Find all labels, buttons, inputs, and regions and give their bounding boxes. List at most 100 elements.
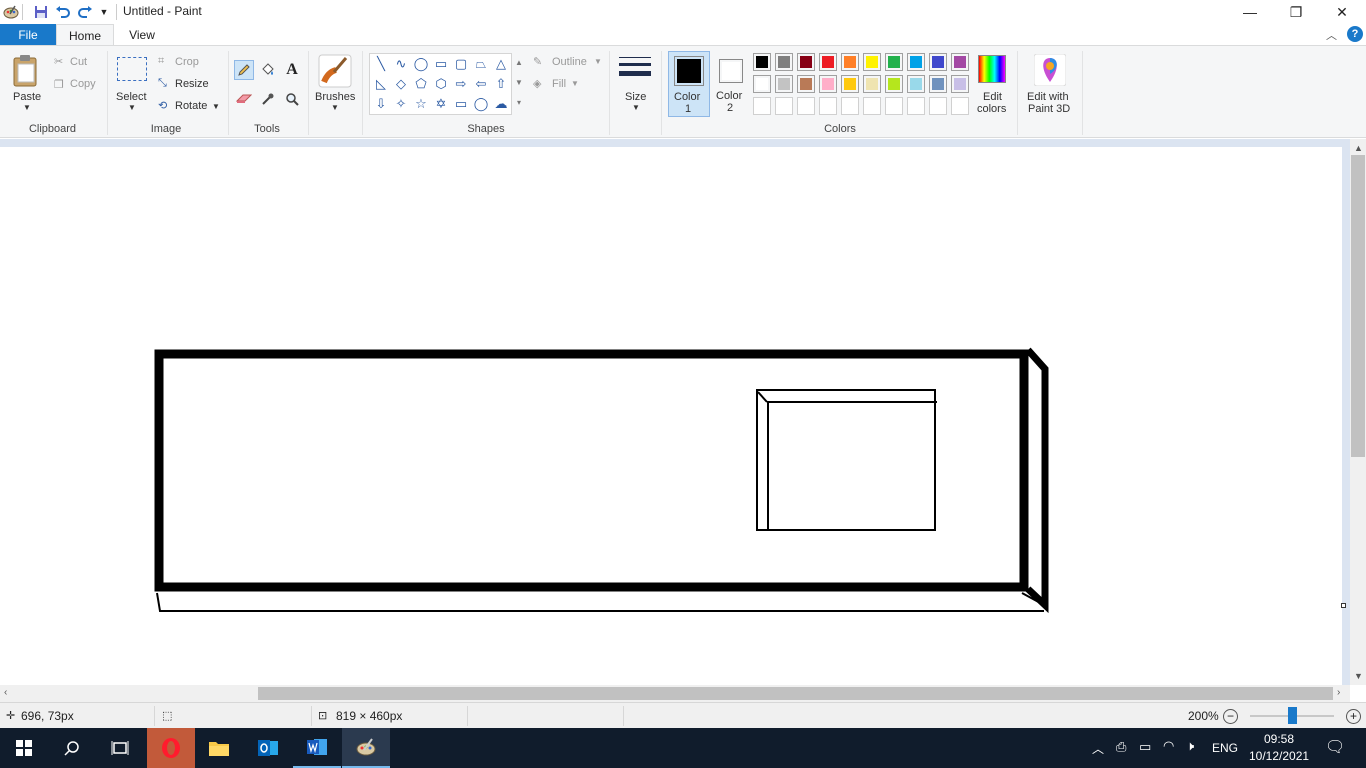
- restore-button[interactable]: ❐: [1273, 0, 1319, 24]
- help-icon[interactable]: ?: [1347, 26, 1363, 42]
- close-button[interactable]: ✕: [1319, 0, 1365, 24]
- fill-button[interactable]: Fill: [552, 78, 566, 90]
- horizontal-scroll-thumb[interactable]: [258, 687, 1333, 700]
- rotate-icon[interactable]: ⟲: [158, 99, 167, 112]
- scroll-right-icon[interactable]: ›: [1337, 687, 1340, 698]
- outline-button[interactable]: Outline: [552, 56, 587, 68]
- pencil-icon[interactable]: [234, 60, 254, 80]
- zoom-out-icon[interactable]: −: [1223, 709, 1238, 724]
- palette-color-swatch[interactable]: [819, 75, 837, 93]
- crop-icon[interactable]: ⌗: [158, 55, 164, 68]
- outlook-icon[interactable]: [244, 728, 292, 768]
- resize-icon[interactable]: ⤡: [158, 77, 167, 90]
- resize-button[interactable]: Resize: [175, 78, 209, 90]
- diamond-shape-icon[interactable]: ◇: [392, 75, 410, 93]
- size-icon[interactable]: [619, 56, 651, 82]
- triangle-shape-icon[interactable]: △: [492, 55, 510, 73]
- oval-shape-icon[interactable]: ◯: [412, 55, 430, 73]
- save-icon[interactable]: [32, 3, 50, 21]
- text-tool-icon[interactable]: A: [282, 60, 302, 80]
- curve-shape-icon[interactable]: ∿: [392, 55, 410, 73]
- size-button[interactable]: Size: [625, 91, 646, 103]
- down-arrow-shape-icon[interactable]: ⇩: [372, 95, 390, 113]
- edit-colors-icon[interactable]: [978, 55, 1006, 83]
- magnifier-icon[interactable]: [282, 89, 302, 109]
- right-arrow-shape-icon[interactable]: ⇨: [452, 75, 470, 93]
- zoom-slider-thumb[interactable]: [1288, 707, 1297, 724]
- palette-color-swatch[interactable]: [951, 75, 969, 93]
- redo-icon[interactable]: [76, 3, 94, 21]
- pentagon-shape-icon[interactable]: ⬠: [412, 75, 430, 93]
- palette-color-swatch[interactable]: [951, 53, 969, 71]
- up-arrow-shape-icon[interactable]: ⇧: [492, 75, 510, 93]
- fill-icon[interactable]: ◈: [533, 77, 541, 90]
- palette-empty-swatch[interactable]: [841, 97, 859, 115]
- palette-color-swatch[interactable]: [929, 75, 947, 93]
- shapes-scroll[interactable]: ▲ ▼ ▾: [513, 53, 525, 115]
- palette-empty-swatch[interactable]: [819, 97, 837, 115]
- oval-callout-shape-icon[interactable]: ◯: [472, 95, 490, 113]
- palette-empty-swatch[interactable]: [863, 97, 881, 115]
- color2-button[interactable]: Color 2: [712, 51, 750, 117]
- left-arrow-shape-icon[interactable]: ⇦: [472, 75, 490, 93]
- palette-empty-swatch[interactable]: [775, 97, 793, 115]
- clock-date[interactable]: 10/12/2021: [1249, 749, 1309, 763]
- palette-empty-swatch[interactable]: [753, 97, 771, 115]
- search-icon[interactable]: [48, 728, 96, 768]
- minimize-button[interactable]: —: [1227, 0, 1273, 24]
- tab-view[interactable]: View: [114, 24, 170, 46]
- fill-bucket-icon[interactable]: [258, 60, 278, 80]
- four-point-star-shape-icon[interactable]: ✧: [392, 95, 410, 113]
- horizontal-scrollbar[interactable]: ‹ ›: [0, 685, 1350, 702]
- six-point-star-shape-icon[interactable]: ✡: [432, 95, 450, 113]
- paste-button[interactable]: Paste: [13, 91, 41, 103]
- eraser-icon[interactable]: [234, 89, 254, 109]
- brushes-icon[interactable]: [318, 54, 352, 88]
- volume-muted-icon[interactable]: 🕨: [1186, 738, 1194, 754]
- brushes-button[interactable]: Brushes: [315, 91, 355, 103]
- palette-color-swatch[interactable]: [929, 53, 947, 71]
- polygon-shape-icon[interactable]: ⏢: [472, 55, 490, 73]
- paint3d-label-line1[interactable]: Edit with: [1027, 91, 1069, 103]
- battery-icon[interactable]: ▭: [1139, 739, 1151, 755]
- brushes-dropdown-icon[interactable]: ▼: [331, 103, 339, 112]
- windows-start-icon[interactable]: [0, 728, 48, 768]
- undo-icon[interactable]: [54, 3, 72, 21]
- cut-icon[interactable]: ✂: [54, 55, 63, 68]
- size-dropdown-icon[interactable]: ▼: [632, 103, 640, 112]
- tab-file[interactable]: File: [0, 24, 56, 46]
- palette-color-swatch[interactable]: [841, 75, 859, 93]
- paint3d-label-line2[interactable]: Paint 3D: [1028, 103, 1070, 115]
- clock-time[interactable]: 09:58: [1264, 732, 1294, 746]
- collapse-ribbon-icon[interactable]: ︿: [1326, 27, 1337, 43]
- five-point-star-shape-icon[interactable]: ☆: [412, 95, 430, 113]
- meet-now-icon[interactable]: ⎙: [1116, 739, 1126, 755]
- palette-color-swatch[interactable]: [863, 53, 881, 71]
- canvas-resize-handle[interactable]: [1341, 603, 1346, 608]
- file-explorer-icon[interactable]: [195, 728, 243, 768]
- crop-button[interactable]: Crop: [175, 56, 199, 68]
- drawing-canvas[interactable]: [0, 147, 1346, 685]
- rounded-callout-shape-icon[interactable]: ▭: [452, 95, 470, 113]
- palette-empty-swatch[interactable]: [885, 97, 903, 115]
- palette-color-swatch[interactable]: [753, 75, 771, 93]
- rotate-dropdown-icon[interactable]: ▼: [212, 102, 220, 111]
- line-shape-icon[interactable]: ╲: [372, 55, 390, 73]
- edit-colors-label-line2[interactable]: colors: [977, 103, 1006, 115]
- palette-color-swatch[interactable]: [907, 53, 925, 71]
- palette-color-swatch[interactable]: [819, 53, 837, 71]
- word-icon[interactable]: [293, 728, 341, 768]
- color-picker-icon[interactable]: [258, 89, 278, 109]
- customize-quick-access-icon[interactable]: ▼: [95, 3, 113, 21]
- rotate-button[interactable]: Rotate: [175, 100, 207, 112]
- copy-icon[interactable]: ❐: [54, 78, 64, 91]
- paint-taskbar-icon[interactable]: [342, 728, 390, 768]
- palette-empty-swatch[interactable]: [929, 97, 947, 115]
- rounded-rectangle-shape-icon[interactable]: ▢: [452, 55, 470, 73]
- select-dropdown-icon[interactable]: ▼: [128, 103, 136, 112]
- task-view-icon[interactable]: [96, 728, 144, 768]
- palette-empty-swatch[interactable]: [951, 97, 969, 115]
- palette-empty-swatch[interactable]: [907, 97, 925, 115]
- scroll-down-icon[interactable]: ▼: [1354, 671, 1363, 681]
- palette-color-swatch[interactable]: [753, 53, 771, 71]
